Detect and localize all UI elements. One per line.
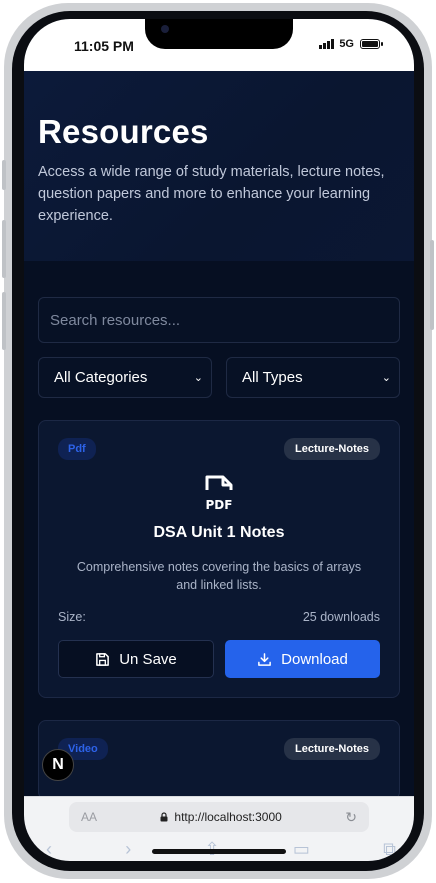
chevron-down-icon: ⌄	[381, 372, 391, 384]
svg-text:PDF: PDF	[206, 498, 233, 512]
network-label: 5G	[339, 38, 354, 50]
address-bar[interactable]: AA http://localhost:3000 ↻	[69, 802, 369, 832]
volume-up-button	[2, 220, 6, 278]
home-indicator	[152, 849, 286, 854]
url-text: http://localhost:3000	[174, 810, 282, 824]
category-select-value: All Categories	[54, 369, 148, 386]
category-badge: Lecture-Notes	[284, 738, 380, 760]
signal-icon	[319, 39, 335, 49]
page-description: Access a wide range of study materials, …	[38, 164, 385, 224]
browser-bar: AA http://localhost:3000 ↻ ‹ › ⇪ ▭ ⧉	[24, 796, 414, 861]
card-header: Video Lecture-Notes	[58, 738, 380, 760]
camera-icon	[161, 25, 169, 33]
back-icon[interactable]: ‹	[46, 839, 52, 860]
power-button	[430, 240, 434, 330]
category-badge: Lecture-Notes	[284, 438, 380, 460]
resource-card: Pdf Lecture-Notes PDF DSA Unit 1 Notes C…	[38, 420, 400, 698]
status-indicators: 5G	[319, 38, 383, 50]
app-content: Resources Access a wide range of study m…	[24, 71, 414, 796]
download-label: Download	[281, 650, 348, 668]
filters-row: All Categories ⌄ All Types ⌄	[38, 357, 400, 398]
category-select[interactable]: All Categories ⌄	[38, 357, 212, 398]
resource-card: Video Lecture-Notes	[38, 720, 400, 796]
unsave-button[interactable]: Un Save	[58, 640, 214, 678]
page-title: Resources	[38, 113, 209, 150]
unsave-label: Un Save	[119, 650, 177, 668]
card-header: Pdf Lecture-Notes	[58, 438, 380, 460]
status-time: 11:05 PM	[74, 38, 134, 54]
lock-icon	[160, 812, 168, 822]
resource-description: Comprehensive notes covering the basics …	[76, 560, 362, 592]
volume-down-button	[2, 292, 6, 350]
card-actions: Un Save Download	[58, 640, 380, 678]
size-label: Size:	[58, 610, 86, 624]
resource-meta: Size: 25 downloads	[58, 610, 380, 624]
hero-section: Resources Access a wide range of study m…	[24, 71, 414, 261]
type-select-value: All Types	[242, 369, 303, 386]
screen: 11:05 PM 5G Resources Access a wide rang…	[24, 19, 414, 861]
dev-tools-badge[interactable]: N	[42, 749, 74, 781]
type-select[interactable]: All Types ⌄	[226, 357, 400, 398]
download-count: 25 downloads	[302, 610, 380, 624]
url-display: http://localhost:3000	[97, 810, 345, 824]
type-badge: Pdf	[58, 438, 96, 460]
search-input[interactable]: Search resources...	[38, 297, 400, 343]
battery-icon	[360, 39, 383, 49]
download-button[interactable]: Download	[225, 640, 380, 678]
resources-content: Search resources... All Categories ⌄ All…	[24, 261, 414, 796]
chevron-down-icon: ⌄	[193, 372, 203, 384]
reader-settings-button[interactable]: AA	[81, 810, 97, 824]
reload-icon[interactable]: ↻	[345, 809, 357, 826]
bookmarks-icon[interactable]: ▭	[293, 839, 310, 860]
download-icon	[258, 652, 272, 666]
status-bar: 11:05 PM 5G	[24, 19, 414, 71]
pdf-file-icon: PDF	[58, 474, 380, 512]
dynamic-island	[145, 19, 293, 49]
resource-title: DSA Unit 1 Notes	[153, 524, 285, 541]
tabs-icon[interactable]: ⧉	[383, 839, 396, 860]
forward-icon[interactable]: ›	[125, 839, 131, 860]
side-button	[2, 160, 6, 190]
save-icon	[96, 652, 110, 666]
